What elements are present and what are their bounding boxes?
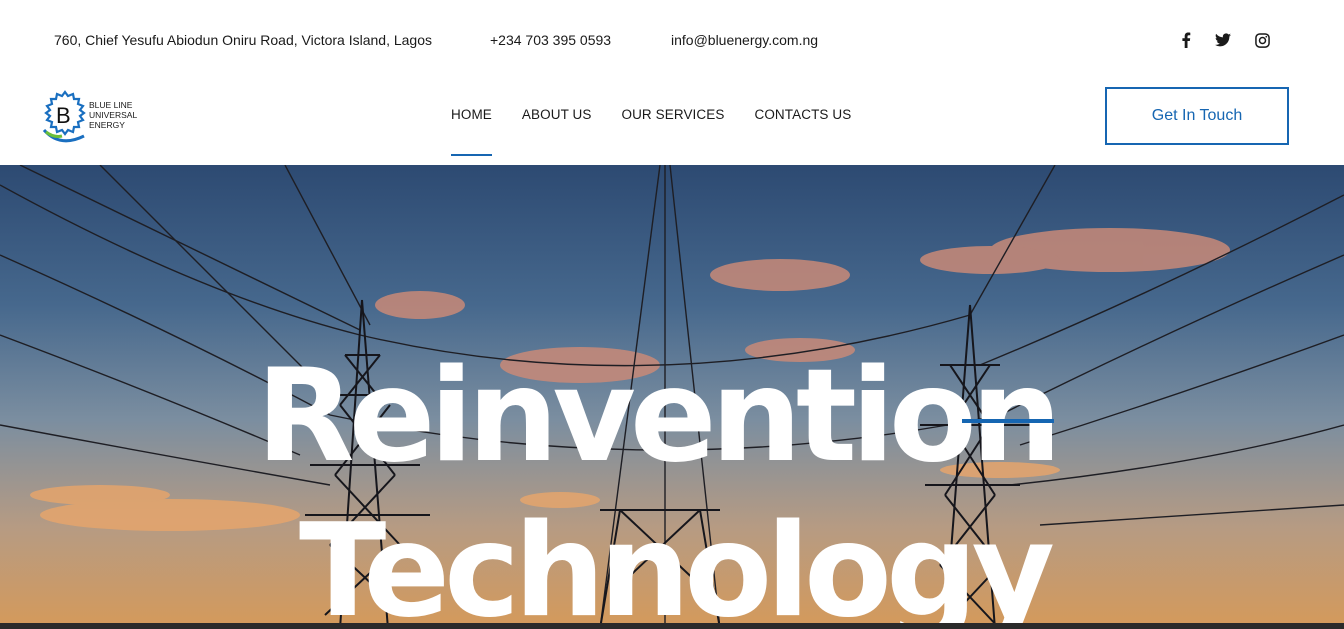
nav-item-our-services[interactable]: OUR SERVICES [621,107,724,152]
twitter-icon[interactable] [1212,29,1234,51]
email-link[interactable]: info@bluenergy.com.ng [671,32,818,48]
hero-title-line-1: Reinvention [256,342,1062,491]
main-header: B BLUE LINE UNIVERSAL ENERGY HOME ABOUT … [0,80,1344,165]
hero-accent-dash [962,419,1054,423]
main-nav: HOME ABOUT US OUR SERVICES CONTACTS US [451,107,881,156]
nav-item-about-us[interactable]: ABOUT US [522,107,592,152]
nav-item-home[interactable]: HOME [451,107,492,156]
facebook-icon[interactable] [1175,29,1197,51]
top-info-bar: 760, Chief Yesufu Abiodun Oniru Road, Vi… [0,0,1344,80]
logo-letter: B [56,103,71,128]
hero-banner: Reinvention Technology [0,165,1344,629]
nav-item-contacts-us[interactable]: CONTACTS US [754,107,851,152]
logo-text: BLUE LINE UNIVERSAL ENERGY [89,100,138,130]
phone-link[interactable]: +234 703 395 0593 [490,32,611,48]
instagram-icon[interactable] [1251,29,1273,51]
hero-title-line-2: Technology [298,497,1055,629]
get-in-touch-button[interactable]: Get In Touch [1105,87,1289,145]
brand-logo[interactable]: B BLUE LINE UNIVERSAL ENERGY [38,86,148,148]
address-text: 760, Chief Yesufu Abiodun Oniru Road, Vi… [54,32,433,48]
bottom-strip [0,623,1344,629]
